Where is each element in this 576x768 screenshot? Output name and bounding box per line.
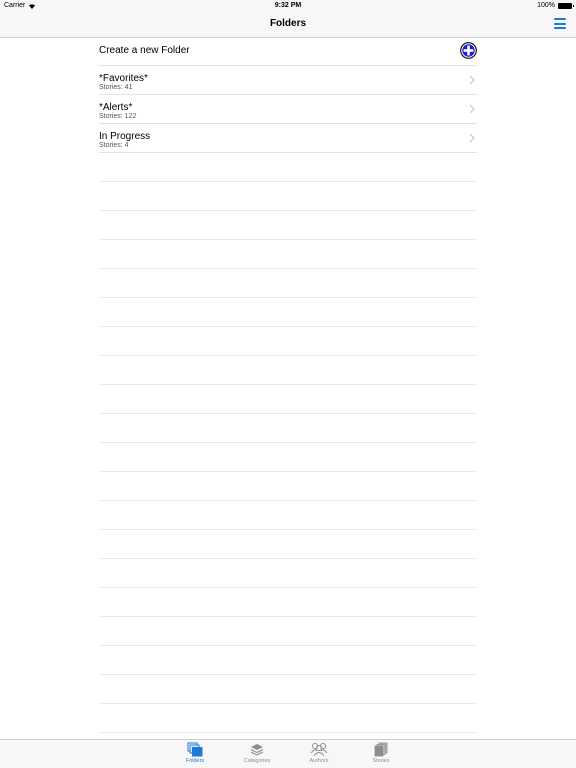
- tab-stories[interactable]: Stories: [356, 742, 406, 766]
- tab-label: Stories: [372, 758, 390, 764]
- folder-row-in-progress[interactable]: In Progress Stories: 4: [99, 124, 477, 153]
- folder-row-favorites[interactable]: *Favorites* Stories: 41: [99, 66, 477, 95]
- empty-row: [99, 646, 477, 675]
- empty-row: [99, 472, 477, 501]
- battery-indicator: 100%: [537, 2, 574, 9]
- navigation-bar: Folders: [0, 12, 576, 38]
- folder-story-count: Stories: 41: [99, 84, 133, 91]
- tab-authors[interactable]: Authors: [294, 742, 344, 766]
- empty-row: [99, 327, 477, 356]
- folder-story-count: Stories: 122: [99, 113, 137, 120]
- tab-bar: Folders Categories Authors Stories: [0, 739, 576, 768]
- empty-row: [99, 414, 477, 443]
- folders-icon: [187, 742, 203, 757]
- chevron-right-icon: [469, 104, 475, 114]
- tab-categories[interactable]: Categories: [232, 742, 282, 766]
- categories-icon: [250, 744, 264, 756]
- empty-row: [99, 443, 477, 472]
- folder-name: In Progress: [99, 131, 151, 142]
- empty-row: [99, 211, 477, 240]
- create-folder-row[interactable]: Create a new Folder: [99, 37, 477, 66]
- empty-list-area: [99, 153, 477, 733]
- tab-label: Folders: [185, 758, 205, 764]
- empty-row: [99, 385, 477, 414]
- empty-row: [99, 617, 477, 646]
- empty-row: [99, 356, 477, 385]
- create-folder-label: Create a new Folder: [99, 45, 190, 56]
- hamburger-icon[interactable]: [554, 18, 566, 29]
- folder-name: *Alerts*: [99, 102, 133, 113]
- empty-row: [99, 269, 477, 298]
- empty-row: [99, 501, 477, 530]
- battery-icon: [558, 2, 574, 9]
- add-circle-icon[interactable]: [460, 42, 477, 59]
- tab-label: Categories: [243, 758, 271, 764]
- page-title: Folders: [269, 18, 307, 29]
- chevron-right-icon: [469, 75, 475, 85]
- empty-row: [99, 182, 477, 211]
- empty-row: [99, 588, 477, 617]
- empty-row: [99, 704, 477, 733]
- stories-icon: [374, 742, 388, 757]
- empty-row: [99, 240, 477, 269]
- folder-row-alerts[interactable]: *Alerts* Stories: 122: [99, 95, 477, 124]
- folder-name: *Favorites*: [99, 73, 148, 84]
- folder-list: Create a new Folder *Favorites* Stories:…: [99, 37, 477, 733]
- folder-story-count: Stories: 4: [99, 142, 129, 149]
- status-bar: Carrier 9:32 PM 100%: [0, 0, 576, 12]
- empty-row: [99, 675, 477, 704]
- tab-folders[interactable]: Folders: [170, 742, 220, 766]
- empty-row: [99, 298, 477, 327]
- empty-row: [99, 559, 477, 588]
- empty-row: [99, 153, 477, 182]
- clock: 9:32 PM: [274, 2, 302, 9]
- authors-icon: [310, 743, 328, 757]
- empty-row: [99, 530, 477, 559]
- chevron-right-icon: [469, 133, 475, 143]
- tab-label: Authors: [309, 758, 329, 764]
- battery-percent: 100%: [537, 2, 555, 9]
